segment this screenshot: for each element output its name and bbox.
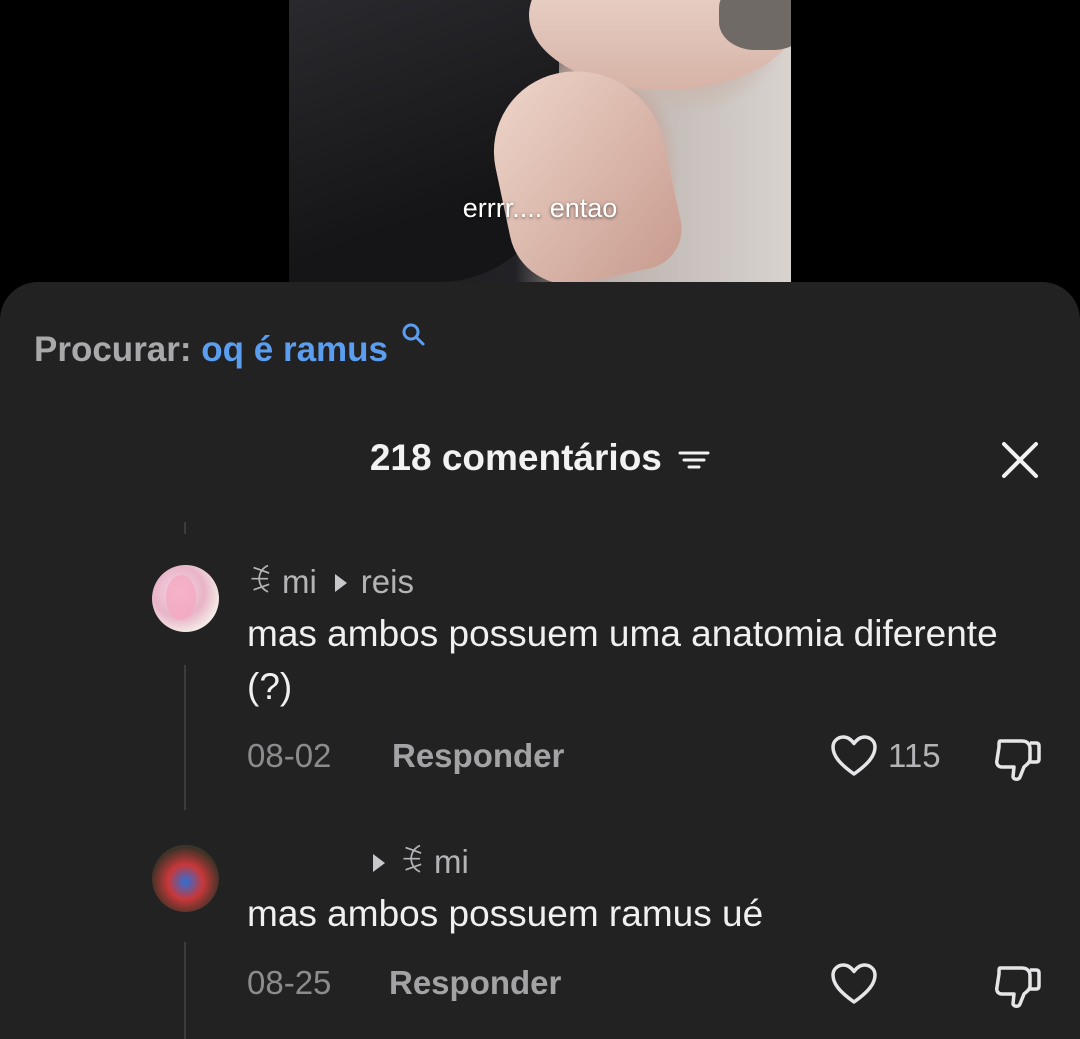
- dislike-icon[interactable]: [992, 962, 1042, 1010]
- comment-meta: ꉂ mi: [247, 839, 469, 882]
- thread-line: [184, 522, 186, 534]
- video-preview[interactable]: errrr.... entao: [289, 0, 791, 282]
- search-icon: [402, 323, 425, 346]
- heart-icon[interactable]: [830, 734, 878, 778]
- reply-arrow-icon: [373, 854, 385, 873]
- comments-count-title: 218 comentários: [369, 437, 662, 478]
- comment-reply-to[interactable]: reis: [361, 563, 414, 600]
- comments-header: 218 comentários: [0, 437, 1080, 479]
- dislike-icon[interactable]: [992, 735, 1042, 783]
- comment-date: 08-25: [247, 964, 332, 1001]
- comment-date: 08-02: [247, 737, 332, 774]
- sort-icon[interactable]: [678, 447, 710, 473]
- comment-author[interactable]: ꉂ mi: [247, 563, 317, 600]
- search-query-link[interactable]: oq é ramus: [201, 330, 388, 369]
- comment-reply-to[interactable]: ꉂ mi: [399, 843, 469, 880]
- avatar[interactable]: [152, 845, 219, 912]
- search-suggestion[interactable]: Procurar: oq é ramus: [34, 323, 425, 370]
- video-hair-shape: [719, 0, 791, 50]
- heart-icon[interactable]: [830, 962, 878, 1006]
- reply-button[interactable]: Responder: [389, 964, 561, 1002]
- avatar[interactable]: [152, 565, 219, 632]
- comment-text: mas ambos possuem ramus ué: [247, 893, 764, 934]
- reply-arrow-icon: [334, 574, 347, 593]
- thread-line: [184, 665, 186, 810]
- video-caption: errrr.... entao: [462, 193, 618, 223]
- reply-button[interactable]: Responder: [392, 737, 564, 775]
- like-count: 115: [888, 737, 941, 774]
- thread-line: [184, 942, 186, 1039]
- comment-meta: ꉂ mi reis: [247, 559, 414, 602]
- comments-sheet: Procurar: oq é ramus 218 comentários ꉂ m…: [0, 282, 1080, 1039]
- comment-text: mas ambos possuem uma anatomia diferente…: [247, 613, 998, 707]
- search-prefix: Procurar:: [34, 330, 192, 369]
- close-icon[interactable]: [1000, 440, 1040, 480]
